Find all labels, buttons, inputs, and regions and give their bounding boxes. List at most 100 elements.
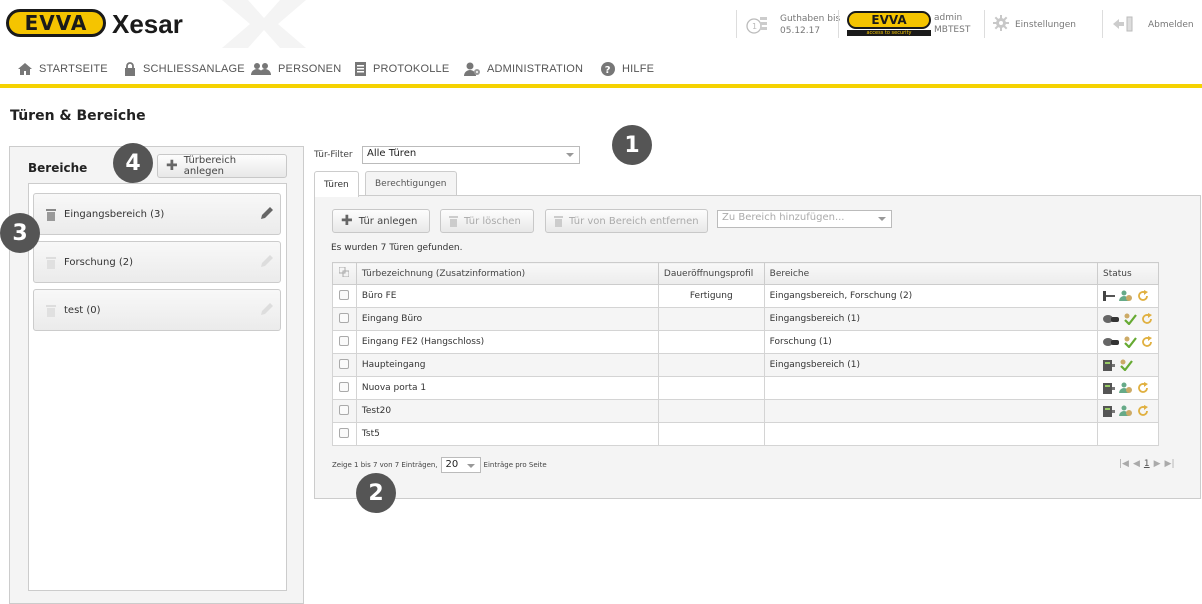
door-name: Büro FE (355, 284, 659, 308)
first-page-icon[interactable]: |◀ (1119, 459, 1129, 469)
area-item[interactable]: Forschung (2) (33, 241, 281, 283)
nav-item-personen[interactable]: PERSONEN (251, 60, 341, 78)
areas-title: Bereiche (28, 161, 88, 175)
refresh-icon (1138, 290, 1148, 301)
refresh-icon (1142, 336, 1152, 347)
area-item[interactable]: test (0) (33, 289, 281, 331)
edit-pencil-icon[interactable] (260, 302, 274, 316)
nav-item-hilfe[interactable]: ? HILFE (601, 60, 654, 78)
row-checkbox[interactable] (339, 335, 350, 346)
tab-berechtigungen[interactable]: Berechtigungen (365, 171, 457, 196)
user-sync-icon (1118, 405, 1132, 416)
row-checkbox[interactable] (339, 289, 350, 300)
nav-item-startseite[interactable]: STARTSEITE (18, 60, 108, 78)
door-profile (657, 330, 765, 354)
add-to-area-select[interactable]: Zu Bereich hinzufügen... (717, 210, 892, 228)
page-size-select[interactable]: 20 (440, 457, 481, 473)
column-header-profile[interactable]: Daueröffnungsprofil (657, 262, 765, 285)
credit-date: 05.12.17 (780, 26, 821, 36)
table-row[interactable]: Nuova porta 1 (332, 376, 1160, 400)
door-areas (763, 399, 1098, 423)
key-reader-icon (1102, 338, 1119, 346)
row-checkbox-cell[interactable] (332, 376, 357, 400)
last-page-icon[interactable]: ▶| (1165, 459, 1175, 469)
door-name: Haupteingang (355, 353, 659, 377)
door-status (1096, 422, 1160, 446)
table-row[interactable]: Eingang Büro Eingangsbereich (1) (332, 307, 1160, 331)
table-header-row: Türbezeichnung (Zusatzinformation) Dauer… (332, 262, 1160, 285)
people-icon (251, 63, 271, 75)
user-name: MBTEST (934, 25, 971, 35)
door-areas (763, 376, 1098, 400)
door-profile (657, 376, 765, 400)
column-header-name[interactable]: Türbezeichnung (Zusatzinformation) (355, 262, 659, 285)
table-row[interactable]: Büro FE Fertigung Eingangsbereich, Forsc… (332, 284, 1160, 308)
add-door-button[interactable]: ✚ Tür anlegen (332, 209, 430, 233)
add-area-button[interactable]: ✚ Türbereich anlegen (157, 154, 287, 178)
refresh-icon (1142, 313, 1152, 324)
row-checkbox[interactable] (339, 381, 350, 392)
table-row[interactable]: Haupteingang Eingangsbereich (1) (332, 353, 1160, 377)
row-checkbox-cell[interactable] (332, 284, 357, 308)
nav-item-protokolle[interactable]: PROTOKOLLE (355, 60, 449, 78)
tab-tueren[interactable]: Türen (314, 171, 359, 197)
row-checkbox-cell[interactable] (332, 353, 357, 377)
edit-pencil-icon[interactable] (260, 206, 274, 220)
column-header-status[interactable]: Status (1096, 262, 1160, 285)
row-checkbox[interactable] (339, 427, 350, 438)
area-item-label: Forschung (2) (64, 257, 134, 268)
remove-from-area-button[interactable]: Tür von Bereich entfernen (545, 209, 708, 233)
table-row[interactable]: Test20 (332, 399, 1160, 423)
trash-icon[interactable] (46, 209, 56, 221)
user-info: admin MBTEST (934, 12, 970, 36)
logout-link[interactable]: Abmelden (1113, 14, 1199, 36)
help-icon: ? (601, 62, 615, 76)
delete-door-button[interactable]: Tür löschen (440, 209, 534, 233)
row-checkbox[interactable] (339, 312, 350, 323)
trash-icon[interactable] (46, 305, 56, 317)
row-checkbox-cell[interactable] (332, 422, 357, 446)
door-status (1096, 284, 1160, 308)
row-checkbox-cell[interactable] (332, 307, 357, 331)
page-number[interactable]: 1 (1144, 459, 1150, 469)
select-all-header[interactable] (332, 262, 357, 285)
refresh-icon (1138, 405, 1148, 416)
annotation-marker: 2 (356, 473, 396, 513)
annotation-marker: 1 (612, 125, 652, 165)
nav-item-schliessanlage[interactable]: SCHLIESSANLAGE (124, 60, 245, 78)
nav-item-administration[interactable]: ADMINISTRATION (464, 60, 583, 78)
door-name: Eingang FE2 (Hangschloss) (355, 330, 659, 354)
plus-icon: ✚ (166, 158, 178, 174)
credit-label: Guthaben bis (780, 14, 841, 24)
door-areas: Forschung (1) (763, 330, 1098, 354)
trash-icon[interactable] (46, 257, 56, 269)
product-name: Xesar (112, 9, 183, 39)
prev-page-icon[interactable]: ◀ (1133, 459, 1140, 469)
row-checkbox[interactable] (339, 404, 350, 415)
annotation-marker: 4 (113, 143, 153, 183)
row-checkbox-cell[interactable] (332, 399, 357, 423)
table-row[interactable]: Eingang FE2 (Hangschloss) Forschung (1) (332, 330, 1160, 354)
key-cylinder-icon (1102, 291, 1115, 301)
header-divider (984, 10, 985, 38)
area-item[interactable]: Eingangsbereich (3) (33, 193, 281, 235)
pagination-info: Zeige 1 bis 7 von 7 Einträgen, 20 Einträ… (332, 457, 547, 473)
user-ok-icon (1120, 359, 1133, 371)
header-divider (1102, 10, 1103, 38)
column-header-areas[interactable]: Bereiche (763, 262, 1098, 285)
wall-reader-icon (1102, 360, 1115, 371)
doors-table: Türbezeichnung (Zusatzinformation) Dauer… (332, 262, 1160, 446)
document-icon (355, 62, 366, 76)
user-ok-icon (1124, 313, 1137, 325)
row-checkbox-cell[interactable] (332, 330, 357, 354)
door-filter-select[interactable]: Alle Türen (362, 146, 580, 164)
next-page-icon[interactable]: ▶ (1154, 459, 1161, 469)
settings-link[interactable]: Einstellungen (993, 14, 1093, 36)
edit-pencil-icon[interactable] (260, 254, 274, 268)
header-divider (838, 10, 839, 38)
row-checkbox[interactable] (339, 358, 350, 369)
wall-reader-icon (1102, 383, 1115, 394)
door-profile (657, 399, 765, 423)
door-areas (763, 422, 1098, 446)
table-row[interactable]: Tst5 (332, 422, 1160, 446)
